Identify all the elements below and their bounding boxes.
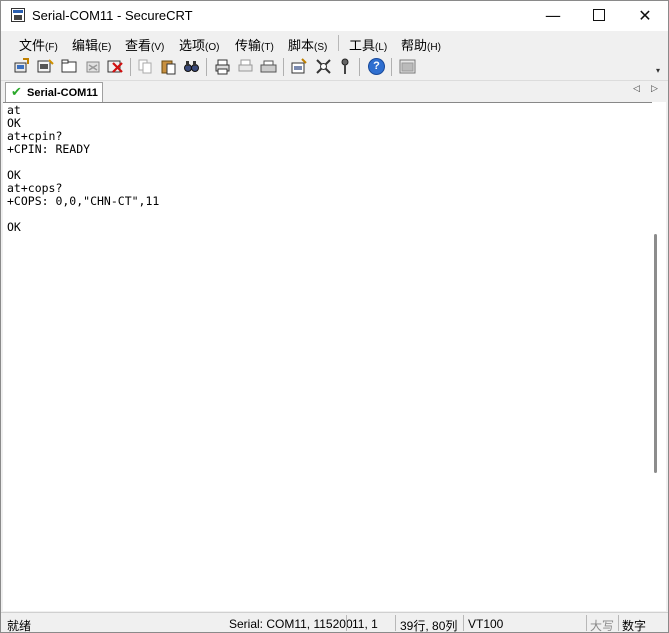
menu-tools[interactable]: 工具(L) — [349, 35, 387, 54]
minimize-icon: — — [545, 6, 561, 25]
status-emulation: VT100 — [468, 617, 504, 631]
help-icon[interactable]: ? — [368, 58, 385, 75]
tab-label: Serial-COM11 — [27, 87, 98, 99]
menu-transfer[interactable]: 传输(T) — [235, 35, 274, 54]
reconnect-icon[interactable] — [85, 58, 102, 75]
window-title: Serial-COM11 - SecureCRT — [32, 8, 193, 23]
menu-view[interactable]: 查看(V) — [125, 35, 164, 54]
toolbar-overflow-icon[interactable]: ▾ — [656, 66, 660, 75]
tab-strip: ✔ Serial-COM11 ◁ ▷ — [1, 81, 668, 102]
status-caps-lock: 大写 — [590, 619, 615, 633]
copy-icon[interactable] — [137, 58, 154, 75]
status-terminal-size: 39行, 80列 — [400, 619, 458, 633]
menu-file[interactable]: 文件(F) — [19, 35, 58, 54]
scrollbar-thumb[interactable] — [654, 234, 657, 473]
terminal-line: +COPS: 0,0,"CHN-CT",11 — [7, 194, 160, 208]
status-ready: 就绪 — [7, 619, 32, 633]
connect-tab-icon[interactable] — [61, 58, 78, 75]
close-button[interactable]: ✕ — [622, 1, 668, 31]
disconnect-icon[interactable] — [107, 58, 124, 75]
find-icon[interactable] — [183, 58, 200, 75]
status-divider — [586, 615, 587, 631]
toolbar-divider — [359, 58, 360, 76]
global-options-icon[interactable] — [315, 58, 332, 75]
menu-script[interactable]: 脚本(S) — [288, 35, 327, 54]
menu-divider — [338, 35, 339, 51]
toolbar-divider — [130, 58, 131, 76]
close-icon: ✕ — [638, 6, 652, 25]
print-selection-icon[interactable] — [237, 58, 254, 75]
title-bar[interactable]: Serial-COM11 - SecureCRT — ✕ — [1, 1, 668, 31]
quick-connect-icon[interactable] — [37, 58, 54, 75]
securecrt-app-icon[interactable] — [11, 8, 25, 22]
status-divider — [463, 615, 464, 631]
connect-icon[interactable] — [13, 58, 30, 75]
sftp-icon[interactable] — [399, 58, 416, 75]
tab-prev-icon[interactable]: ◁ — [633, 84, 640, 94]
connected-check-icon: ✔ — [11, 85, 22, 100]
menu-edit[interactable]: 编辑(E) — [72, 35, 111, 54]
terminal-line: +CPIN: READY — [7, 142, 91, 156]
toolbar-divider — [206, 58, 207, 76]
status-divider — [395, 615, 396, 631]
status-cursor-position: 11, 1 — [352, 617, 378, 631]
menu-help[interactable]: 帮助(H) — [401, 35, 441, 54]
status-connection: Serial: COM11, 115200 — [229, 617, 353, 631]
status-num-lock: 数字 — [622, 619, 647, 633]
tab-next-icon[interactable]: ▷ — [651, 84, 658, 94]
status-divider — [618, 615, 619, 631]
minimize-button[interactable]: — — [530, 1, 576, 31]
status-bar: 就绪 Serial: COM11, 115200 11, 1 39行, 80列 … — [1, 612, 668, 633]
print-setup-icon[interactable] — [214, 58, 231, 75]
key-map-icon[interactable] — [337, 58, 354, 75]
menu-options[interactable]: 选项(O) — [179, 35, 219, 54]
toolbar-divider — [283, 58, 284, 76]
print-icon[interactable] — [260, 58, 277, 75]
terminal-output[interactable]: at OK at+cpin? +CPIN: READY OK at+cops? … — [3, 102, 652, 611]
status-divider — [346, 615, 347, 631]
toolbar: ? ▾ — [1, 54, 668, 81]
terminal-line: OK — [7, 220, 21, 234]
session-options-icon[interactable] — [291, 58, 308, 75]
securecrt-window: Serial-COM11 - SecureCRT — ✕ 文件(F) 编辑(E)… — [0, 0, 669, 633]
menu-bar: 文件(F) 编辑(E) 查看(V) 选项(O) 传输(T) 脚本(S) 工具(L… — [1, 31, 668, 54]
paste-icon[interactable] — [160, 58, 177, 75]
toolbar-divider — [391, 58, 392, 76]
maximize-button[interactable] — [576, 1, 622, 31]
maximize-icon — [593, 9, 605, 21]
tab-serial-com11[interactable]: ✔ Serial-COM11 — [5, 82, 103, 102]
